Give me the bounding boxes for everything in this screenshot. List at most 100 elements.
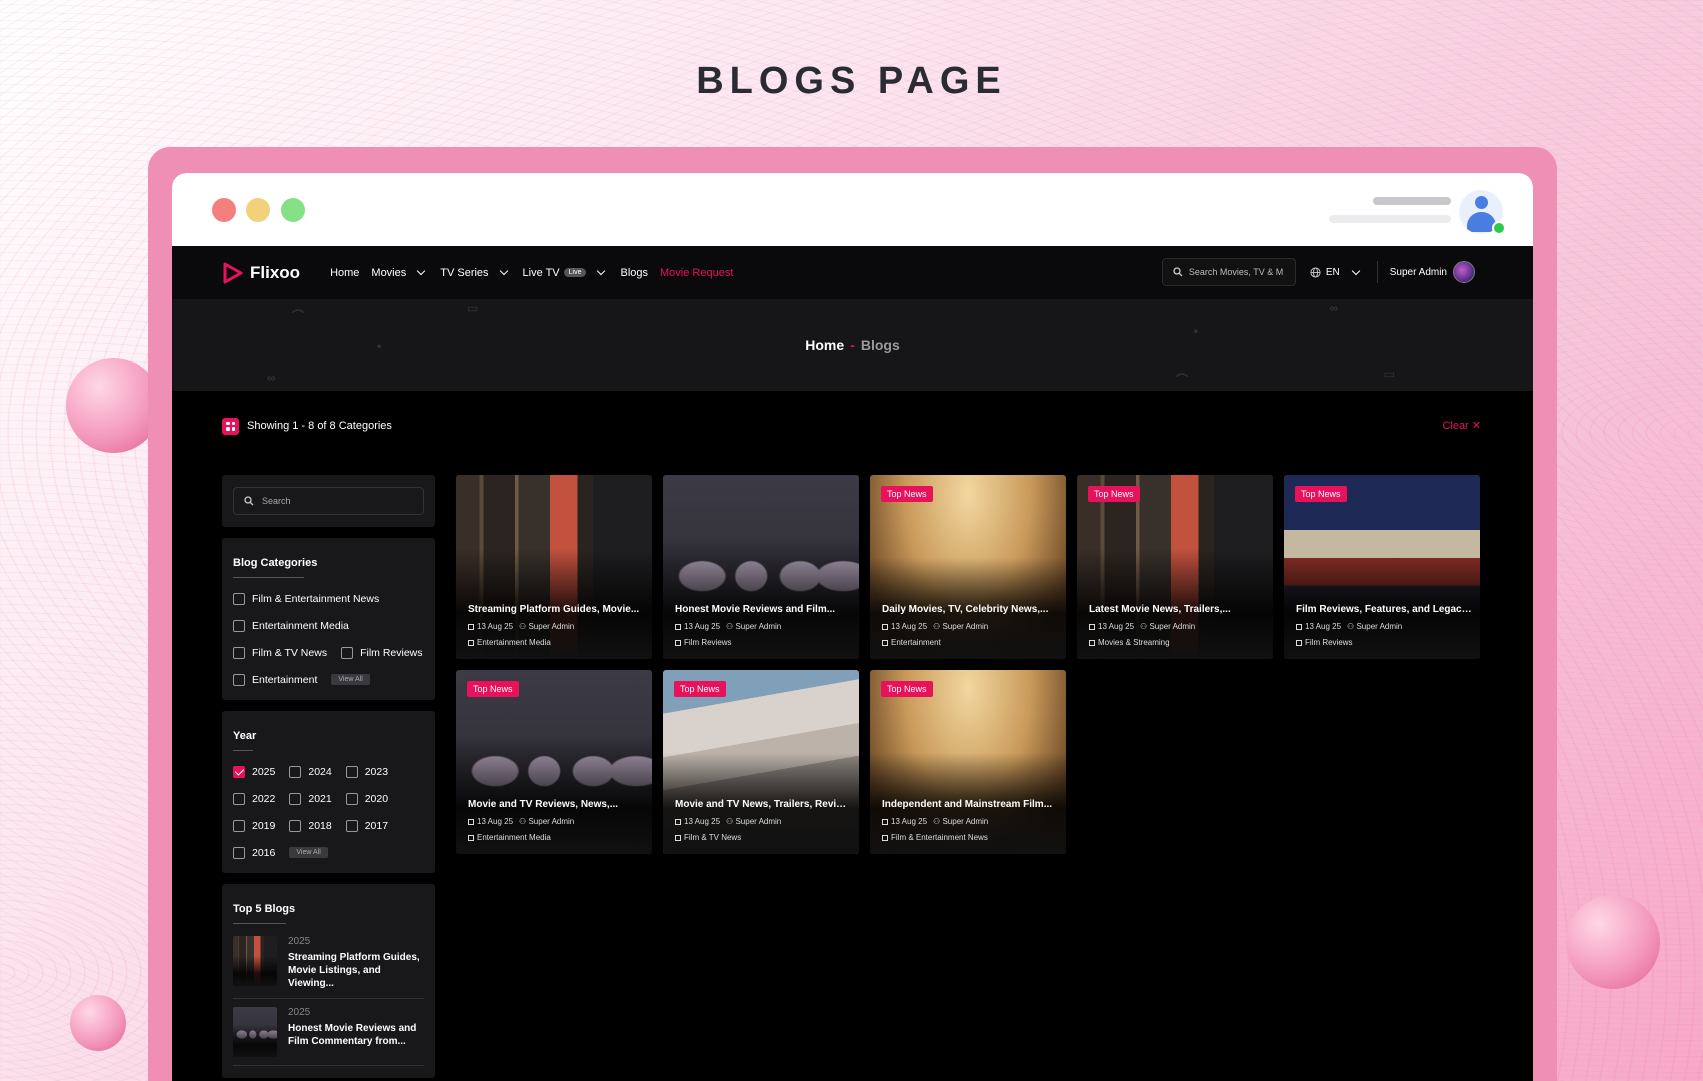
top-blog-year: 2025 — [288, 1007, 311, 1018]
top-blog-year: 2025 — [288, 936, 311, 947]
user-menu[interactable]: Super Admin — [1376, 261, 1475, 283]
blog-card-author-text: Super Admin — [735, 622, 782, 631]
blog-card[interactable]: Honest Movie Reviews and Film... 13 Aug … — [663, 475, 859, 659]
page-heading: BLOGS PAGE — [696, 60, 1007, 102]
language-selector[interactable]: EN — [1310, 266, 1363, 278]
top-news-badge: Top News — [881, 681, 933, 697]
minimize-window-button[interactable] — [246, 198, 270, 222]
blog-card[interactable]: Streaming Platform Guides, Movie... 13 A… — [456, 475, 652, 659]
blog-card-title: Latest Movie News, Trailers,... — [1089, 604, 1231, 615]
year-label: 2025 — [252, 765, 276, 778]
nav-live-tv[interactable]: Live TV Live — [523, 267, 609, 279]
brand-logo[interactable]: Flixoo — [222, 262, 300, 284]
breadcrumb-separator: - — [850, 337, 855, 353]
blog-card-body: Movie and TV Reviews, News,... 13 Aug 25… — [468, 799, 644, 842]
blog-card-body: Independent and Mainstream Film... 13 Au… — [882, 799, 1058, 842]
year-checkbox[interactable]: 2021 — [289, 792, 332, 805]
decor-icon: ▭ — [467, 301, 479, 315]
blog-card-date-text: 13 Aug 25 — [477, 622, 514, 631]
year-checkbox[interactable]: 2019 — [233, 819, 275, 832]
blog-card-category: Entertainment Media — [468, 833, 644, 842]
blog-card[interactable]: Top News Movie and TV News, Trailers, Re… — [663, 670, 859, 854]
year-checkbox[interactable]: 2025 — [233, 765, 276, 778]
blog-card[interactable]: Top News Daily Movies, TV, Celebrity New… — [870, 475, 1066, 659]
search-input[interactable]: Search Movies, TV & M — [1161, 258, 1296, 286]
checkbox-icon — [345, 765, 358, 778]
years-view-all-button[interactable]: View All — [289, 847, 328, 858]
year-label: 2023 — [364, 765, 389, 778]
close-window-button[interactable] — [212, 198, 236, 222]
blog-card-category-text: Film & TV News — [684, 833, 742, 842]
year-title: Year — [233, 730, 256, 751]
filter-sidebar: Search Blog Categories Film & Entertainm… — [222, 475, 435, 1081]
blog-card-author: ⚇ Super Admin — [726, 622, 781, 631]
blog-card-author: ⚇ Super Admin — [519, 622, 574, 631]
bookmark-icon — [468, 640, 474, 646]
main-content: Showing 1 - 8 of 8 Categories Clear ✕ Se… — [172, 391, 1533, 1078]
category-row: Film & Entertainment News — [233, 592, 424, 605]
nav-blogs[interactable]: Blogs — [620, 267, 648, 279]
titlebar-placeholder-line — [1373, 197, 1451, 205]
grid-icon — [222, 417, 239, 435]
top-blog-title: Streaming Platform Guides, Movie Listing… — [288, 952, 420, 989]
year-label: 2018 — [308, 819, 332, 832]
top-blog-thumbnail — [233, 1007, 277, 1057]
checkbox-icon — [345, 819, 358, 832]
top-news-badge: Top News — [674, 681, 726, 697]
top-news-badge: Top News — [467, 681, 519, 697]
category-checkbox[interactable]: Film & TV News — [233, 646, 327, 659]
blog-card-title: Streaming Platform Guides, Movie... — [468, 604, 640, 615]
year-label: 2016 — [252, 846, 276, 859]
maximize-window-button[interactable] — [281, 198, 305, 222]
year-checkbox[interactable]: 2017 — [345, 819, 389, 832]
blog-card[interactable]: Top News Latest Movie News, Trailers,...… — [1077, 475, 1273, 659]
sidebar-search-input[interactable]: Search — [233, 487, 424, 515]
top-blog-item[interactable]: 2025 Honest Movie Reviews and Film Comme… — [233, 999, 424, 1066]
blog-card-title: Movie and TV Reviews, News,... — [468, 799, 619, 810]
year-checkbox[interactable]: 2020 — [345, 792, 388, 805]
category-row: Entertainment Media — [233, 619, 424, 632]
year-checkbox[interactable]: 2018 — [289, 819, 332, 832]
category-checkbox[interactable]: Film & Entertainment News — [233, 592, 379, 605]
year-checkbox[interactable]: 2023 — [345, 765, 389, 778]
category-checkbox[interactable]: Entertainment Media — [233, 619, 349, 632]
decor-icon: • — [377, 339, 382, 353]
decor-icon: ∞ — [1329, 301, 1338, 315]
decor-sphere-right — [1566, 895, 1660, 989]
blog-card-author-text: Super Admin — [1149, 622, 1196, 631]
category-checkbox[interactable]: Entertainment — [233, 673, 317, 686]
clear-filters-button[interactable]: Clear ✕ — [1442, 419, 1481, 432]
decor-icon: ▭ — [1383, 367, 1395, 381]
categories-view-all-button[interactable]: View All — [331, 674, 370, 685]
titlebar-placeholder-line-2 — [1329, 215, 1451, 223]
nav-movies[interactable]: Movies — [371, 267, 428, 279]
nav-home[interactable]: Home — [330, 267, 359, 279]
category-label: Entertainment Media — [252, 619, 349, 632]
blog-card-date: 13 Aug 25 — [882, 622, 927, 631]
category-checkbox[interactable]: Film Reviews — [341, 646, 423, 659]
nav-tv-series[interactable]: TV Series — [440, 267, 510, 279]
blog-card[interactable]: Top News Independent and Mainstream Film… — [870, 670, 1066, 854]
blog-card-meta: 13 Aug 25 ⚇ Super Admin — [468, 817, 644, 826]
year-checkbox[interactable]: 2024 — [289, 765, 332, 778]
decor-icon: ∞ — [267, 371, 276, 385]
breadcrumb-home[interactable]: Home — [805, 337, 844, 353]
top-blog-item[interactable]: 2025 Streaming Platform Guides, Movie Li… — [233, 928, 424, 999]
blog-card-meta: 13 Aug 25 ⚇ Super Admin — [675, 622, 851, 631]
calendar-icon — [468, 819, 474, 825]
calendar-icon — [675, 624, 681, 630]
blog-card[interactable]: Top News Film Reviews, Features, and Leg… — [1284, 475, 1480, 659]
nav-movie-request[interactable]: Movie Request — [660, 267, 733, 279]
year-checkbox[interactable]: 2016 — [233, 846, 276, 859]
blog-card-author-text: Super Admin — [528, 817, 575, 826]
blog-card[interactable]: Top News Movie and TV Reviews, News,... … — [456, 670, 652, 854]
blog-card-date-text: 13 Aug 25 — [1305, 622, 1342, 631]
nav-movies-label: Movies — [371, 266, 407, 279]
blog-card-category-text: Movies & Streaming — [1098, 638, 1170, 647]
decor-icon: • — [1193, 324, 1198, 338]
blog-card-body: Film Reviews, Features, and Legacy ... 1… — [1296, 604, 1472, 647]
year-checkbox[interactable]: 2022 — [233, 792, 275, 805]
chevron-down-icon — [1351, 266, 1360, 275]
blog-card-meta: 13 Aug 25 ⚇ Super Admin — [675, 817, 851, 826]
year-label: 2017 — [364, 819, 389, 832]
